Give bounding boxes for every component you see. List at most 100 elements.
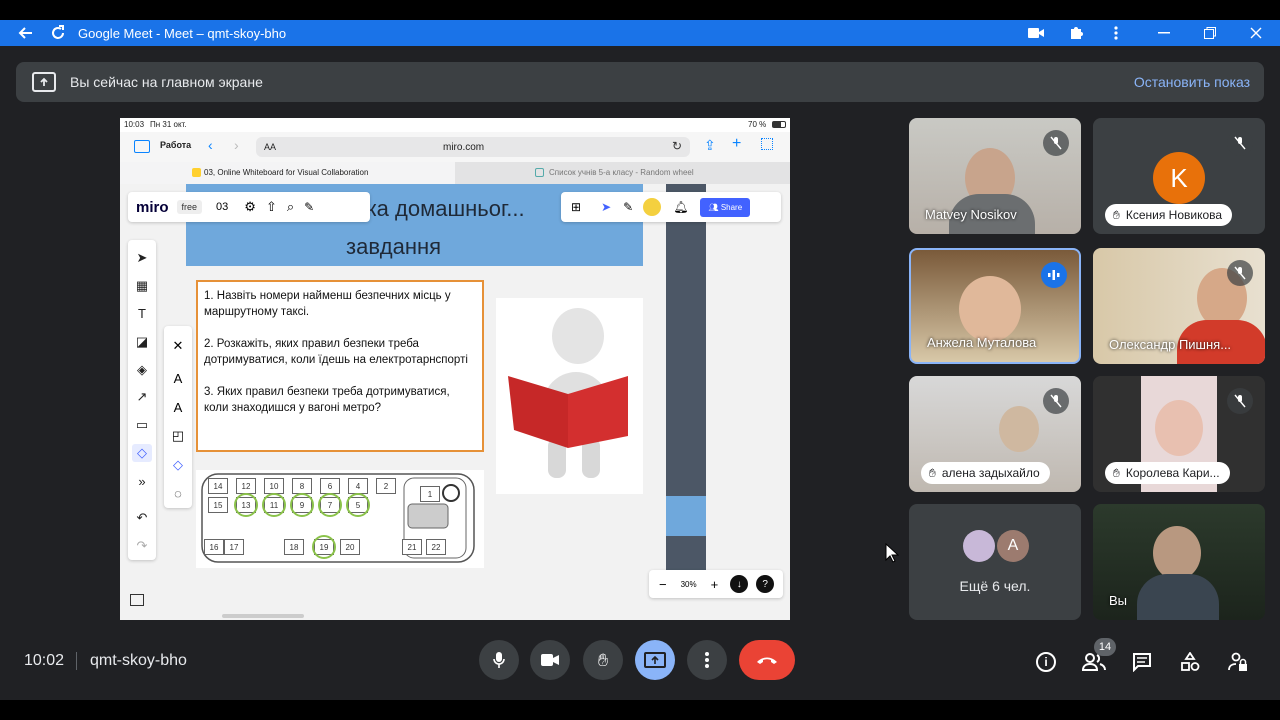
sticky-note-icon[interactable]: ◪	[132, 333, 152, 351]
stop-presenting-button[interactable]: Остановить показ	[1134, 74, 1250, 90]
participant-tile-speaking[interactable]: Анжела Муталова	[909, 248, 1081, 364]
participant-tile[interactable]: Matvey Nosikov	[909, 118, 1081, 234]
tab-random-wheel[interactable]: Список учнів 5-а класу - Random wheel	[455, 162, 790, 184]
text-tool-icon[interactable]: T	[132, 305, 152, 323]
download-icon[interactable]: ↓	[730, 575, 749, 593]
back-arrow-icon[interactable]	[14, 21, 38, 45]
reader-aa[interactable]: AA	[264, 142, 276, 152]
mic-off-icon	[1043, 388, 1069, 414]
presenting-text: Вы сейчас на главном экране	[70, 74, 263, 90]
share-button[interactable]: 👥︎ Share	[700, 197, 751, 217]
question-1: 1. Назвіть номери найменш безпечних місц…	[204, 290, 451, 318]
camera-icon[interactable]	[1024, 21, 1048, 45]
chat-button[interactable]	[1128, 648, 1156, 676]
miro-logo[interactable]: miro	[136, 199, 169, 216]
raised-hand-icon: ✋︎	[1113, 207, 1120, 222]
zoom-level[interactable]: 30%	[681, 580, 697, 589]
present-button[interactable]	[635, 640, 675, 680]
participant-tile[interactable]: ✋︎ Королева Кари...	[1093, 376, 1265, 492]
safari-back-icon[interactable]: ‹	[208, 137, 213, 153]
undo-icon[interactable]: ↶	[132, 509, 152, 527]
new-tab-icon[interactable]: +	[732, 135, 741, 153]
connector-icon[interactable]: ↗	[132, 389, 152, 407]
bus-seating-diagram[interactable]: 14 12 10 8 6 4 2 15 13 11 9 7 5 16 17 18 19 20 21 22 1	[196, 470, 484, 568]
mic-button[interactable]	[479, 640, 519, 680]
miro-canvas[interactable]: ...рка домашньог... завдання 1. Назвіть …	[120, 184, 790, 620]
bus-seat: 16	[204, 539, 224, 555]
reading-figure-image[interactable]	[496, 298, 643, 494]
tools-icon[interactable]: ✎	[304, 200, 314, 214]
zoom-out-button[interactable]: −	[659, 577, 667, 592]
extensions-icon[interactable]	[1064, 21, 1088, 45]
address-bar[interactable]: AA miro.com ↻	[256, 137, 690, 157]
board-strip	[666, 184, 706, 578]
window-titlebar: Google Meet - Meet – qmt-skoy-bho	[0, 20, 1280, 46]
zoom-in-button[interactable]: +	[711, 577, 719, 592]
raise-hand-button[interactable]: ✋︎	[583, 640, 623, 680]
raised-hand-badge: ✋︎ Королева Кари...	[1105, 462, 1230, 484]
highlighter-icon[interactable]: A	[168, 398, 188, 417]
more-tools-icon[interactable]: »	[132, 472, 152, 490]
notifications-icon[interactable]: 🔔︎	[673, 200, 688, 214]
user-avatar[interactable]	[643, 198, 662, 216]
sidebar-panel-icon[interactable]	[130, 594, 144, 606]
more-vert-icon[interactable]	[1104, 21, 1128, 45]
people-button[interactable]: 14	[1080, 638, 1116, 676]
pen-icon[interactable]: A	[168, 369, 188, 388]
close-icon[interactable]	[1244, 21, 1268, 45]
settings-icon[interactable]: ⚙	[244, 199, 256, 215]
tab-group-label[interactable]: Работа	[160, 140, 191, 150]
reactions-icon[interactable]: ✎	[623, 200, 633, 214]
participant-name: Олександр Пишня...	[1109, 337, 1232, 352]
apps-icon[interactable]: ⊞	[571, 200, 581, 214]
export-icon[interactable]: ⇧	[266, 199, 277, 215]
more-participants-tile[interactable]: A Ещё 6 чел.	[909, 504, 1081, 620]
select-tool-icon[interactable]: ➤	[132, 249, 152, 267]
highlight-circle	[234, 493, 258, 517]
shapes-icon[interactable]: ◈	[132, 361, 152, 379]
minimize-icon[interactable]	[1152, 21, 1176, 45]
battery-icon	[772, 121, 786, 128]
participant-tile[interactable]: ✋︎ алена задыхайло	[909, 376, 1081, 492]
comment-icon[interactable]: ▭	[132, 416, 152, 434]
bus-seat: 18	[284, 539, 304, 555]
bus-seat: 14	[208, 478, 228, 494]
participant-tile[interactable]: K ✋︎ Ксения Новикова	[1093, 118, 1265, 234]
eraser-icon[interactable]: ◇	[132, 444, 152, 463]
more-vert-icon	[705, 652, 709, 668]
highlight-circle	[318, 493, 342, 517]
close-panel-icon[interactable]: ✕	[168, 337, 188, 356]
reload-icon[interactable]	[46, 21, 70, 45]
sidebar-toggle-icon[interactable]	[134, 140, 150, 153]
end-call-button[interactable]	[739, 640, 795, 680]
self-tile[interactable]: Вы	[1093, 504, 1265, 620]
smart-shape-icon[interactable]: ◰	[168, 426, 188, 445]
raised-hand-icon: ✋︎	[1113, 465, 1120, 480]
tab-miro[interactable]: 03, Online Whiteboard for Visual Collabo…	[120, 162, 455, 184]
lasso-icon[interactable]: ◌	[168, 484, 188, 503]
speaking-indicator-icon	[1041, 262, 1067, 288]
redo-icon[interactable]: ↷	[132, 537, 152, 555]
help-icon[interactable]: ?	[756, 575, 775, 593]
reload-page-icon[interactable]: ↻	[672, 139, 682, 153]
participant-name: Ксения Новикова	[1125, 208, 1223, 222]
camera-button[interactable]	[530, 640, 570, 680]
activities-button[interactable]	[1176, 648, 1204, 676]
share-sheet-icon[interactable]: ⇪	[704, 137, 716, 154]
templates-icon[interactable]: ▦	[132, 277, 152, 295]
highlight-circle	[346, 493, 370, 517]
more-options-button[interactable]	[687, 640, 727, 680]
pen-eraser-icon[interactable]: ◇	[168, 455, 188, 474]
hand-icon: ✋︎	[597, 649, 609, 670]
questions-box[interactable]: 1. Назвіть номери найменш безпечних місц…	[196, 280, 484, 452]
safari-forward-icon[interactable]: ›	[234, 137, 239, 153]
restore-icon[interactable]	[1198, 21, 1222, 45]
meeting-info-button[interactable]: i	[1032, 648, 1060, 676]
tabs-overview-icon[interactable]	[761, 138, 773, 150]
participant-name: алена задыхайло	[941, 466, 1040, 480]
board-name[interactable]: 03	[216, 201, 228, 213]
participant-tile[interactable]: Олександр Пишня...	[1093, 248, 1265, 364]
cursor-follow-icon[interactable]: ➤	[601, 200, 611, 214]
host-controls-button[interactable]	[1224, 648, 1252, 676]
search-icon[interactable]: ⌕	[287, 199, 294, 215]
